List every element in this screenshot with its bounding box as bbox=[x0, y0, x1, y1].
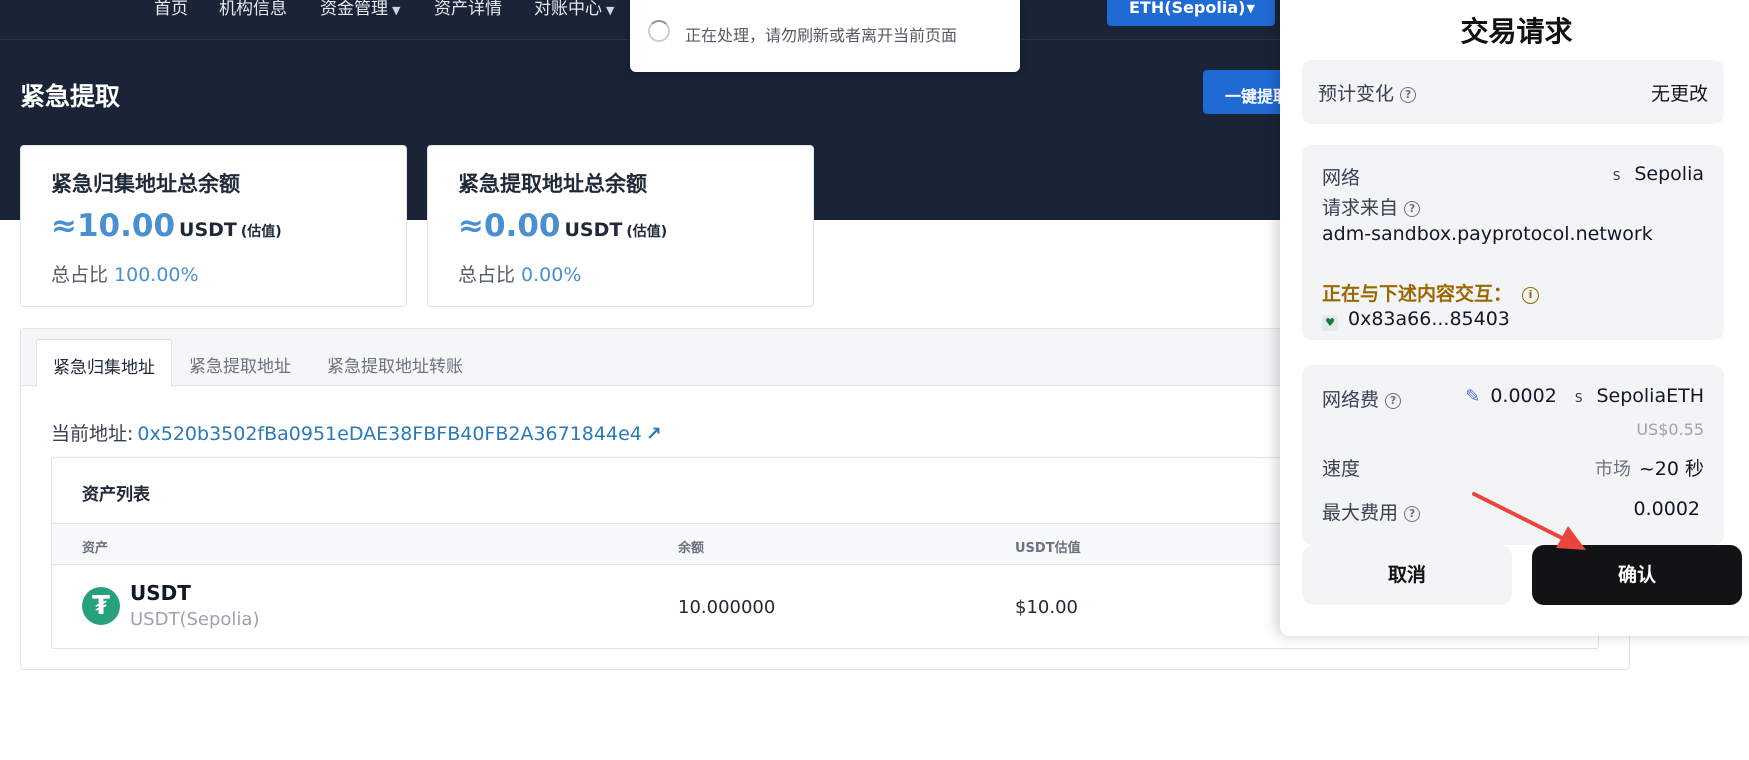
card-amount-value: ≈10.00 bbox=[51, 208, 176, 244]
chevron-down-icon: ▼ bbox=[392, 4, 401, 17]
help-icon[interactable]: ? bbox=[1404, 506, 1421, 522]
asset-list-title: 资产列表 bbox=[82, 485, 150, 505]
info-icon[interactable]: i bbox=[1522, 287, 1540, 304]
card-ratio-label: 总占比 bbox=[51, 264, 109, 286]
network-fee-label: 网络费? bbox=[1322, 385, 1402, 412]
network-select-label: ETH(Sepolia) bbox=[1129, 0, 1246, 17]
nav-funds-label: 资金管理 bbox=[320, 0, 388, 19]
cancel-button[interactable]: 取消 bbox=[1302, 545, 1512, 605]
current-address-link[interactable]: 0x520b3502fBa0951eDAE38FBFB40FB2A3671844… bbox=[137, 423, 641, 445]
network-fee-amount: 0.0002 bbox=[1490, 385, 1557, 407]
card-amount-value: ≈0.00 bbox=[458, 208, 561, 244]
withdraw-balance-card: 紧急提取地址总余额 ≈0.00 USDT (估值) 总占比 0.00% bbox=[427, 145, 814, 307]
sepolia-badge-icon: S bbox=[1574, 391, 1583, 405]
tab-collection-address[interactable]: 紧急归集地址 bbox=[36, 339, 172, 387]
network-fee-usd: US$0.55 bbox=[1636, 420, 1704, 439]
nav-assets-label: 资产详情 bbox=[434, 0, 502, 19]
loading-spinner-icon bbox=[648, 20, 670, 42]
current-address: 当前地址: 0x520b3502fBa0951eDAE38FBFB40FB2A36… bbox=[51, 419, 662, 446]
network-value-text: Sepolia bbox=[1634, 163, 1704, 185]
wallet-title: 交易请求 bbox=[1460, 15, 1573, 48]
estimated-change-label: 预计变化? bbox=[1318, 79, 1417, 106]
network-value: S Sepolia bbox=[1613, 163, 1704, 185]
card-amount: ≈10.00 USDT (估值) bbox=[51, 208, 282, 244]
request-from-label: 请求来自? bbox=[1322, 193, 1421, 220]
nav-org-info[interactable]: 机构信息 bbox=[219, 0, 287, 19]
nav-assets[interactable]: 资产详情 bbox=[434, 0, 502, 19]
nav-funds[interactable]: 资金管理 ▼ bbox=[320, 0, 400, 19]
request-from-label-text: 请求来自 bbox=[1322, 197, 1399, 219]
page-title: 紧急提取 bbox=[20, 82, 121, 111]
interacting-warning: 正在与下述内容交互： i bbox=[1322, 279, 1540, 306]
current-address-label: 当前地址: bbox=[51, 423, 134, 445]
card-ratio-value: 100.00% bbox=[114, 264, 199, 286]
card-amount: ≈0.00 USDT (估值) bbox=[458, 208, 667, 244]
speed-value: 市场 ~20 秒 bbox=[1595, 454, 1704, 481]
nav-reconcile[interactable]: 对账中心 ▼ bbox=[534, 0, 614, 19]
card-ratio: 总占比 100.00% bbox=[51, 260, 199, 287]
request-details-box: 网络 S Sepolia 请求来自? adm-sandbox.payprotoco… bbox=[1302, 145, 1724, 340]
nav-org-info-label: 机构信息 bbox=[219, 0, 287, 19]
pointer-arrow-icon bbox=[1472, 492, 1586, 550]
tether-logo-icon: ₮ bbox=[82, 587, 120, 625]
network-fee-value: ✎ 0.0002 S SepoliaETH bbox=[1465, 385, 1704, 407]
column-asset: 资产 bbox=[82, 541, 109, 556]
help-icon[interactable]: ? bbox=[1404, 201, 1421, 217]
estimated-change-box: 预计变化? 无更改 bbox=[1302, 60, 1724, 124]
confirm-button[interactable]: 确认 bbox=[1532, 545, 1742, 605]
chevron-down-icon: ▼ bbox=[606, 4, 615, 17]
contract-address[interactable]: ♥ 0x83a66...85403 bbox=[1322, 308, 1510, 331]
card-ratio: 总占比 0.00% bbox=[458, 260, 581, 287]
speed-time: ~20 秒 bbox=[1638, 458, 1704, 480]
card-title: 紧急提取地址总余额 bbox=[458, 172, 647, 196]
estimated-change-value: 无更改 bbox=[1650, 83, 1708, 105]
network-label: 网络 bbox=[1322, 167, 1361, 189]
card-amount-est: (估值) bbox=[626, 224, 668, 240]
processing-toast: 正在处理，请勿刷新或者离开当前页面 bbox=[630, 0, 1020, 72]
nav-home[interactable]: 首页 bbox=[154, 0, 188, 19]
card-ratio-label: 总占比 bbox=[458, 264, 516, 286]
contract-address-text: 0x83a66...85403 bbox=[1348, 308, 1510, 330]
collection-balance-card: 紧急归集地址总余额 ≈10.00 USDT (估值) 总占比 100.00% bbox=[20, 145, 407, 307]
max-fee-label-text: 最大费用 bbox=[1322, 502, 1399, 524]
speed-mode: 市场 bbox=[1594, 459, 1631, 480]
interacting-warning-text: 正在与下述内容交互： bbox=[1322, 283, 1513, 305]
max-fee-value: 0.0002 bbox=[1633, 498, 1700, 520]
card-amount-unit: USDT bbox=[179, 219, 237, 241]
network-select-button[interactable]: ETH(Sepolia) ▼ bbox=[1107, 0, 1275, 26]
external-link-icon[interactable]: ↗ bbox=[646, 423, 662, 445]
asset-name: USDT bbox=[130, 581, 191, 605]
max-fee-label: 最大费用? bbox=[1322, 498, 1421, 525]
processing-text: 正在处理，请勿刷新或者离开当前页面 bbox=[685, 26, 958, 45]
page: 首页 机构信息 资金管理 ▼ 资产详情 对账中心 ▼ ETH(Sepolia) ▼ 正… bbox=[0, 0, 1749, 760]
column-usdt-value: USDT估值 bbox=[1015, 541, 1081, 556]
shield-icon: ♥ bbox=[1322, 315, 1338, 331]
help-icon[interactable]: ? bbox=[1400, 87, 1417, 103]
request-from-value: adm-sandbox.payprotocol.network bbox=[1322, 223, 1653, 245]
nav-home-label: 首页 bbox=[154, 0, 188, 19]
chevron-down-icon: ▼ bbox=[1246, 2, 1255, 15]
card-amount-unit: USDT bbox=[564, 219, 623, 241]
nav-reconcile-label: 对账中心 bbox=[534, 0, 602, 19]
tab-withdraw-transfer[interactable]: 紧急提取地址转账 bbox=[311, 339, 479, 387]
asset-balance: 10.000000 bbox=[678, 597, 776, 618]
asset-network: USDT(Sepolia) bbox=[130, 609, 260, 630]
column-balance: 余额 bbox=[678, 541, 705, 556]
network-fee-label-text: 网络费 bbox=[1322, 389, 1380, 411]
sepolia-badge-icon: S bbox=[1612, 169, 1621, 183]
estimated-change-label-text: 预计变化 bbox=[1318, 83, 1395, 105]
speed-label: 速度 bbox=[1322, 458, 1361, 480]
card-amount-est: (估值) bbox=[240, 224, 282, 240]
card-title: 紧急归集地址总余额 bbox=[51, 172, 240, 196]
card-ratio-value: 0.00% bbox=[521, 264, 582, 286]
edit-icon[interactable]: ✎ bbox=[1465, 386, 1480, 407]
asset-usdt-value: $10.00 bbox=[1015, 597, 1078, 618]
network-fee-token: SepoliaETH bbox=[1596, 385, 1704, 407]
help-icon[interactable]: ? bbox=[1385, 393, 1402, 409]
tab-withdraw-address[interactable]: 紧急提取地址 bbox=[173, 339, 307, 387]
